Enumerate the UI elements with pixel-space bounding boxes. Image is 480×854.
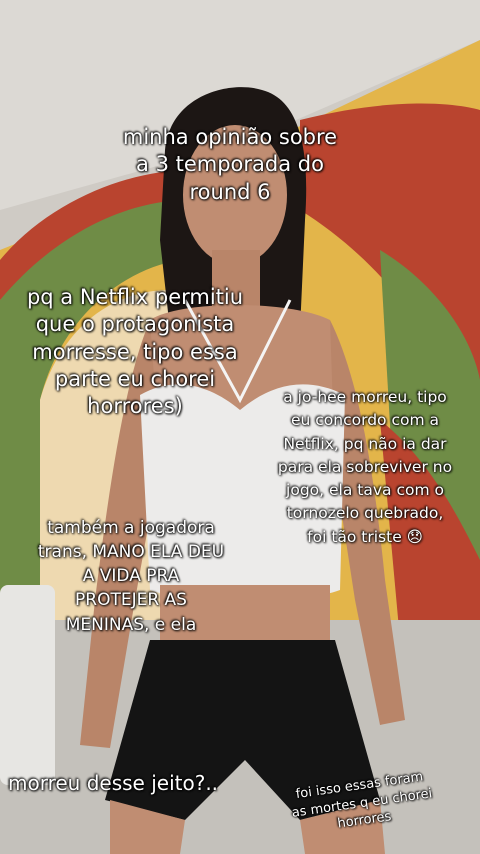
- caption-right: a jo-hee morreu, tipo eu concordo com a …: [277, 388, 453, 546]
- caption-midleft: também a jogadora trans, MANO ELA DEU A …: [37, 518, 225, 635]
- caption-title: minha opinião sobre a 3 temporada do rou…: [122, 125, 338, 204]
- caption-bottom: morreu desse jeito?..: [8, 771, 219, 795]
- caption-left: pq a Netflix permitiu que o protagonista…: [26, 285, 244, 419]
